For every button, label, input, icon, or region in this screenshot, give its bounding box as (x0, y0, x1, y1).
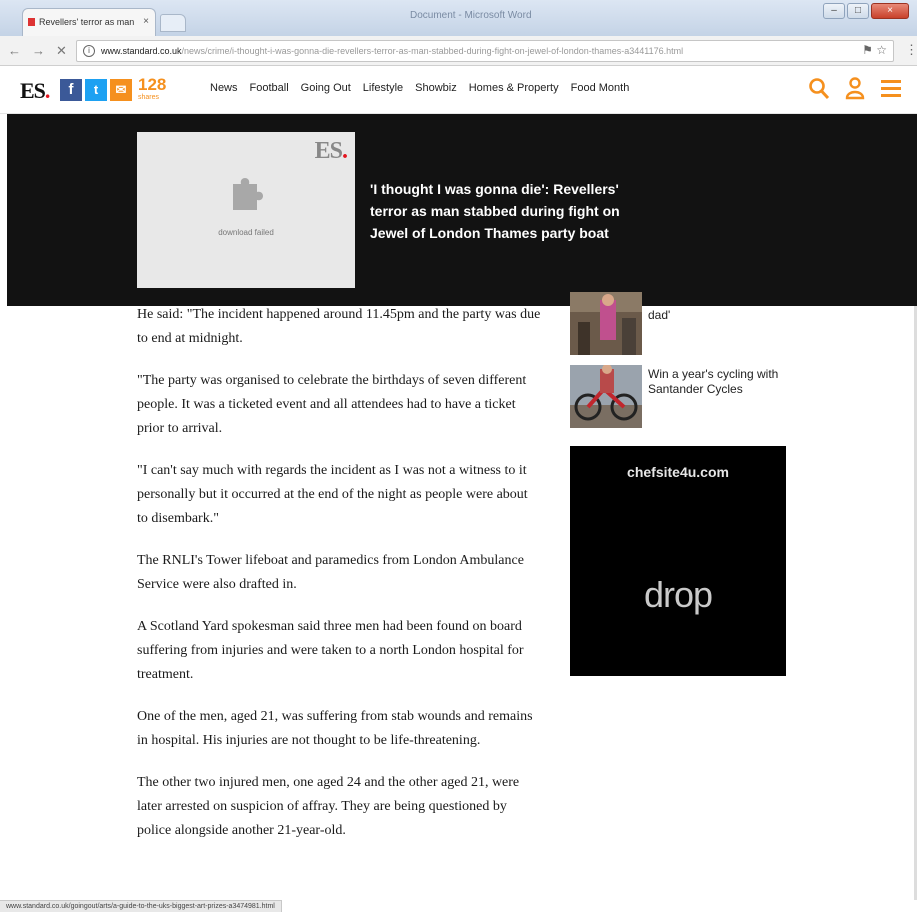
sidebar-item[interactable]: dad' (570, 292, 805, 355)
url-text[interactable]: www.standard.co.uk/news/crime/i-thought-… (101, 41, 841, 61)
facebook-share-icon[interactable]: f (60, 79, 82, 101)
article-paragraph: The RNLI's Tower lifeboat and paramedics… (137, 553, 524, 592)
browser-menu-icon[interactable]: ⋮ (905, 42, 917, 58)
download-failed-text: download failed (218, 228, 274, 237)
forward-icon[interactable]: → (32, 43, 45, 59)
nav-item-football[interactable]: Football (250, 82, 289, 94)
user-icon[interactable] (843, 76, 867, 102)
minimize-button[interactable]: – (823, 3, 845, 19)
puzzle-piece-icon (229, 172, 265, 221)
back-icon[interactable]: ← (8, 43, 21, 59)
browser-titlebar: Revellers' terror as man × Document - Mi… (0, 0, 917, 36)
article-paragraph: "The party was organised to celebrate th… (137, 373, 527, 436)
window-title: Document - Microsoft Word (410, 10, 532, 21)
bookmark-star-icon[interactable]: ⚑ ☆ (862, 43, 887, 57)
article-paragraph: One of the men, aged 21, was suffering f… (137, 709, 533, 748)
article-body: He said: "The incident happened around 1… (137, 303, 542, 861)
tab-close-icon[interactable]: × (143, 9, 149, 35)
article-paragraph: He said: "The incident happened around 1… (137, 307, 541, 346)
menu-icon[interactable] (879, 76, 903, 102)
nav-item-news[interactable]: News (210, 82, 238, 94)
ad-brand: drop (643, 574, 713, 615)
main-nav: News Football Going Out Lifestyle Showbi… (210, 82, 641, 94)
nav-item-going-out[interactable]: Going Out (301, 82, 351, 94)
article-paragraph: The other two injured men, one aged 24 a… (137, 775, 520, 838)
maximize-button[interactable]: □ (847, 3, 869, 19)
close-window-button[interactable]: × (871, 3, 909, 19)
site-info-icon[interactable]: i (83, 45, 95, 57)
search-icon[interactable] (807, 76, 831, 102)
share-count-label: shares (138, 94, 160, 101)
url-host: www.standard.co.uk (101, 46, 182, 56)
thumbnail-logo-text: ES (314, 138, 343, 164)
email-share-icon[interactable]: ✉ (110, 79, 132, 101)
site-logo[interactable]: ES. (20, 78, 50, 104)
browser-toolbar: ← → ✕ i www.standard.co.uk/news/crime/i-… (0, 36, 917, 66)
new-tab-button[interactable] (160, 14, 186, 32)
share-count: 128 shares (138, 75, 167, 102)
window-controls: – □ × (823, 3, 909, 19)
banner-headline[interactable]: 'I thought I was gonna die': Revellers' … (370, 178, 630, 244)
advertisement[interactable]: chefsite4u.com drop (570, 446, 786, 676)
sidebar-item-title: Win a year's cycling with Santander Cycl… (648, 367, 779, 396)
ad-site-name: chefsite4u.com (627, 464, 729, 480)
nav-item-homes-property[interactable]: Homes & Property (469, 82, 559, 94)
sidebar-item-image (570, 365, 642, 428)
nav-item-showbiz[interactable]: Showbiz (415, 82, 457, 94)
logo-dot: . (44, 78, 50, 103)
site-header: ES. f t ✉ 128 shares News Football Going… (0, 66, 917, 114)
browser-tab[interactable]: Revellers' terror as man × (22, 8, 156, 36)
share-count-number: 128 (138, 75, 167, 94)
sidebar-item[interactable]: Win a year's cycling with Santander Cycl… (570, 365, 805, 428)
header-icons (807, 76, 903, 102)
status-bar-url: www.standard.co.uk/goingout/arts/a-guide… (0, 900, 282, 912)
tab-title: Revellers' terror as man (39, 17, 135, 27)
twitter-share-icon[interactable]: t (85, 79, 107, 101)
sidebar-item-image (570, 292, 642, 355)
thumbnail-logo-dot: . (342, 138, 348, 164)
stop-reload-icon[interactable]: ✕ (56, 43, 67, 59)
article-paragraph: A Scotland Yard spokesman said three men… (137, 619, 524, 682)
thumbnail-logo: ES. (314, 138, 348, 165)
article-paragraph: "I can't say much with regards the incid… (137, 463, 528, 526)
sidebar-item-title: dad' (648, 308, 671, 322)
banner-thumbnail: ES. download failed (137, 132, 355, 288)
url-path: /news/crime/i-thought-i-was-gonna-die-re… (181, 46, 684, 56)
tab-favicon-icon (28, 18, 35, 26)
logo-text: ES (20, 78, 46, 103)
nav-item-food-month[interactable]: Food Month (571, 82, 630, 94)
nav-item-lifestyle[interactable]: Lifestyle (363, 82, 403, 94)
address-bar[interactable]: i www.standard.co.uk/news/crime/i-though… (76, 40, 894, 62)
article-banner[interactable]: ES. download failed 'I thought I was gon… (7, 114, 917, 306)
